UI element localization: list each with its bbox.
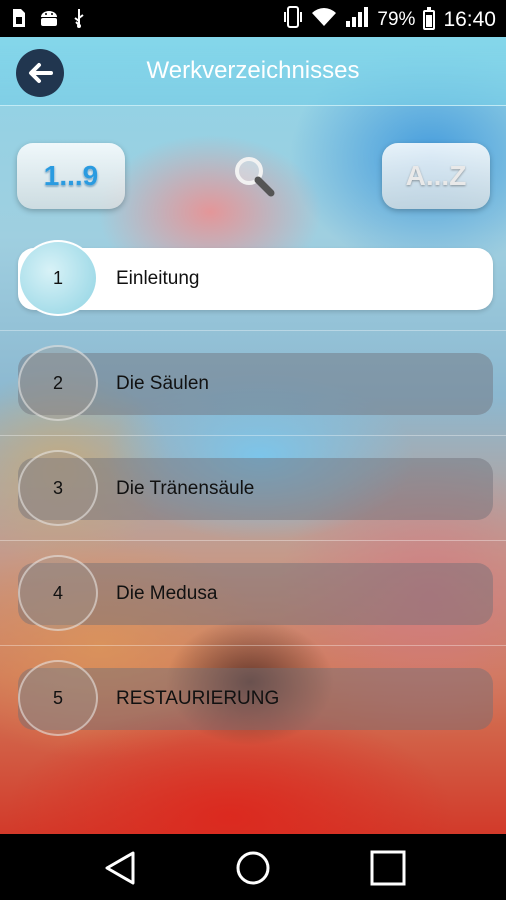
- list-item[interactable]: 4 Die Medusa: [18, 555, 493, 631]
- page-title: Werkverzeichnisses: [146, 57, 360, 84]
- list-item-label: Einleitung: [116, 268, 200, 289]
- list-item[interactable]: 5 RESTAURIERUNG: [18, 660, 493, 736]
- divider: [0, 645, 506, 646]
- system-nav-bar: [0, 834, 506, 900]
- app-header: Werkverzeichnisses: [0, 37, 506, 106]
- home-circle-icon: [236, 851, 270, 885]
- list-item-label: Die Tränensäule: [116, 478, 255, 499]
- list-item-number: 3: [18, 450, 98, 526]
- list-item-label: RESTAURIERUNG: [116, 688, 280, 709]
- search-button[interactable]: [231, 153, 277, 199]
- clock: 16:40: [443, 8, 496, 31]
- vibrate-icon: [283, 6, 303, 34]
- usb-icon: [72, 8, 86, 33]
- magnifier-icon: [235, 157, 275, 197]
- signal-icon: [345, 6, 369, 34]
- list-item-number: 2: [18, 345, 98, 421]
- recents-square-icon: [370, 850, 406, 886]
- list-item[interactable]: 3 Die Tränensäule: [18, 450, 493, 526]
- list-item[interactable]: 2 Die Säulen: [18, 345, 493, 421]
- divider: [0, 435, 506, 436]
- status-bar: 79% 16:40: [0, 0, 506, 37]
- android-icon: [38, 8, 60, 33]
- divider: [0, 330, 506, 331]
- battery-percent: 79%: [377, 9, 416, 30]
- list-item-label: Die Säulen: [116, 373, 209, 394]
- sim-icon: [12, 8, 26, 33]
- battery-icon: [423, 7, 436, 30]
- list-item-number: 1: [18, 240, 98, 316]
- list-item-label: Die Medusa: [116, 583, 218, 604]
- divider: [0, 540, 506, 541]
- list-item[interactable]: 1 Einleitung: [18, 240, 493, 316]
- list-item-number: 4: [18, 555, 98, 631]
- nav-recents-button[interactable]: [367, 850, 407, 886]
- sort-numeric-button[interactable]: 1...9: [17, 143, 125, 209]
- nav-back-button[interactable]: [101, 850, 141, 886]
- list-item-number: 5: [18, 660, 98, 736]
- back-triangle-icon: [105, 851, 135, 885]
- nav-home-button[interactable]: [233, 850, 273, 886]
- wifi-icon: [311, 7, 337, 33]
- sort-alpha-button[interactable]: A...Z: [382, 143, 490, 209]
